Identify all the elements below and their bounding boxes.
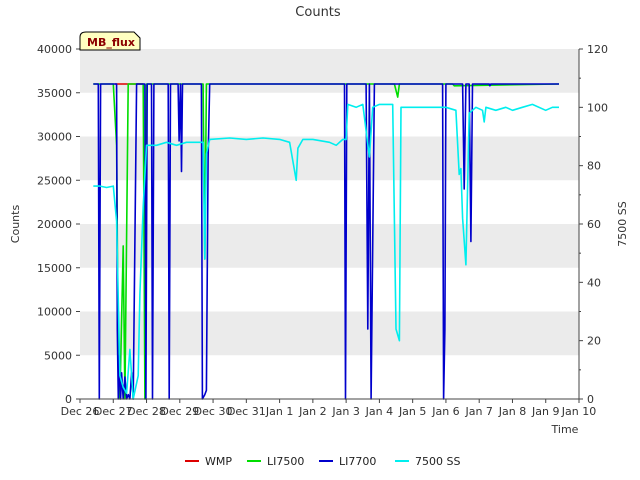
y-tick-label-right: 120: [587, 43, 608, 56]
x-tick-label: Jan 6: [431, 405, 459, 418]
plot-background: [80, 49, 579, 399]
chart-title: Counts: [295, 5, 341, 20]
x-tick-label: Jan 9: [531, 405, 559, 418]
legend-label-li7500: LI7500: [267, 455, 304, 468]
y-tick-label-right: 40: [587, 276, 601, 289]
y-tick-label-right: 100: [587, 101, 608, 114]
y-tick-label-left: 20000: [37, 218, 72, 231]
x-tick-label: Dec 31: [227, 405, 266, 418]
counts-chart: Dec 26Dec 27Dec 28Dec 29Dec 30Dec 31 Jan …: [9, 5, 629, 468]
y-tick-label-right: 0: [587, 393, 594, 406]
x-tick-label: Jan 5: [398, 405, 426, 418]
y-tick-label-left: 5000: [44, 349, 72, 362]
x-tick-label: Jan 1: [265, 405, 293, 418]
y-axis-title-left: Counts: [9, 205, 22, 244]
y-tick-label-left: 10000: [37, 306, 72, 319]
grid-band: [80, 49, 579, 93]
grid-band: [80, 311, 579, 356]
legend-label-li7700: LI7700: [339, 455, 376, 468]
legend-label-wmp: WMP: [205, 455, 232, 468]
x-tick-label: Jan 7: [464, 405, 492, 418]
y-tick-label-left: 0: [65, 393, 72, 406]
x-axis-title: Time: [551, 423, 579, 436]
x-tick-label: Jan 3: [331, 405, 359, 418]
y-tick-label-left: 40000: [37, 43, 72, 56]
y-tick-label-left: 35000: [37, 87, 72, 100]
y-tick-label-right: 20: [587, 335, 601, 348]
x-tick-label: Jan 4: [365, 405, 393, 418]
y-axis-title-right: 7500 SS: [616, 201, 629, 246]
x-tick-label: Jan 10: [561, 405, 596, 418]
mb-flux-badge: MB_flux: [79, 31, 141, 51]
y-tick-label-left: 30000: [37, 131, 72, 144]
y-tick-label-right: 80: [587, 160, 601, 173]
grid-band: [80, 224, 579, 268]
y-tick-label-right: 60: [587, 218, 601, 231]
badge-label: MB_flux: [87, 36, 135, 49]
y-tick-label-left: 25000: [37, 174, 72, 187]
y-tick-label-left: 15000: [37, 262, 72, 275]
x-tick-label: Jan 8: [498, 405, 526, 418]
legend-label-7500-ss: 7500 SS: [415, 455, 460, 468]
legend: WMP LI7500 LI7700 7500 SS: [185, 455, 460, 468]
x-tick-label: Jan 2: [298, 405, 326, 418]
